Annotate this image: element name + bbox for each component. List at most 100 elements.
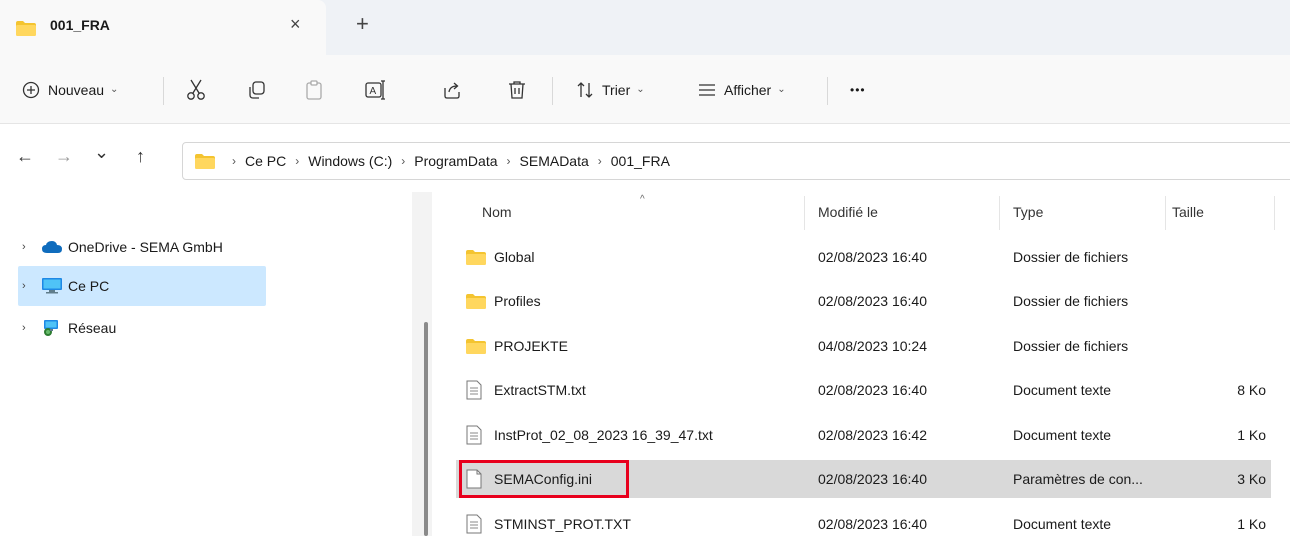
up-arrow-icon[interactable]: ↑ xyxy=(136,146,145,166)
column-header-name[interactable]: Nom xyxy=(482,204,512,220)
file-type: Document texte xyxy=(1013,427,1112,443)
more-options-button[interactable]: ••• xyxy=(850,55,866,124)
expand-chevron-icon[interactable]: › xyxy=(22,322,42,334)
new-label: Nouveau xyxy=(48,81,105,98)
address-row: ← → ⌄ ↑ › Ce PC › Windows (C:) › Program… xyxy=(0,124,1290,192)
file-type: Dossier de fichiers xyxy=(1013,293,1129,309)
sidebar-item-label: OneDrive - SEMA GmbH xyxy=(68,239,223,255)
file-name: Profiles xyxy=(494,293,541,309)
expand-chevron-icon[interactable]: › xyxy=(22,241,42,253)
file-row-stminst-prot[interactable]: STMINST_PROT.TXT 02/08/2023 16:40 Docume… xyxy=(456,505,1271,536)
file-name: STMINST_PROT.TXT xyxy=(494,516,631,532)
file-row-instprot[interactable]: InstProt_02_08_2023 16_39_47.txt 02/08/2… xyxy=(456,416,1271,454)
file-row-global[interactable]: Global 02/08/2023 16:40 Dossier de fichi… xyxy=(456,238,1271,276)
file-modified: 02/08/2023 16:40 xyxy=(818,516,927,532)
breadcrumb-001-fra[interactable]: 001_FRA xyxy=(611,153,670,169)
file-size: 3 Ko xyxy=(1237,471,1266,487)
view-button[interactable]: Afficher ⌄ xyxy=(698,55,786,124)
file-name: InstProt_02_08_2023 16_39_47.txt xyxy=(494,427,713,443)
file-row-extractstm[interactable]: ExtractSTM.txt 02/08/2023 16:40 Document… xyxy=(456,371,1271,409)
cloud-icon xyxy=(42,240,64,254)
chevron-down-icon: ⌄ xyxy=(110,84,119,95)
column-divider[interactable] xyxy=(999,196,1000,230)
forward-arrow-icon[interactable]: → xyxy=(55,146,73,166)
column-divider[interactable] xyxy=(1165,196,1166,230)
sort-button[interactable]: Trier ⌄ xyxy=(576,55,645,124)
text-document-icon xyxy=(466,425,488,445)
breadcrumb-ce-pc[interactable]: Ce PC xyxy=(245,153,286,169)
back-arrow-icon[interactable]: ← xyxy=(16,146,34,166)
file-size: 8 Ko xyxy=(1237,382,1266,398)
folder-icon xyxy=(466,249,488,265)
view-label: Afficher xyxy=(724,81,772,98)
folder-icon xyxy=(466,338,488,354)
tab-001-fra[interactable]: 001_FRA × xyxy=(0,0,326,55)
file-modified: 02/08/2023 16:40 xyxy=(818,382,927,398)
share-icon xyxy=(442,80,462,100)
breadcrumb-windows-c[interactable]: Windows (C:) xyxy=(308,153,392,169)
toolbar-divider xyxy=(552,77,553,105)
breadcrumb-separator[interactable]: › xyxy=(401,154,405,168)
tab-title: 001_FRA xyxy=(50,17,110,33)
sidebar-item-reseau[interactable]: › Réseau xyxy=(18,308,266,348)
breadcrumb-separator[interactable]: › xyxy=(507,154,511,168)
expand-chevron-icon[interactable]: › xyxy=(22,280,42,292)
pane-splitter[interactable] xyxy=(412,192,432,536)
file-row-projekte[interactable]: PROJEKTE 04/08/2023 10:24 Dossier de fic… xyxy=(456,327,1271,365)
close-tab-icon[interactable]: × xyxy=(290,14,301,34)
svg-text:A: A xyxy=(370,86,377,97)
list-view-icon xyxy=(698,83,716,97)
address-bar[interactable]: › Ce PC › Windows (C:) › ProgramData › S… xyxy=(182,142,1290,180)
breadcrumb-semadata[interactable]: SEMAData xyxy=(520,153,589,169)
sort-label: Trier xyxy=(602,81,631,98)
sort-ascending-icon: ^ xyxy=(640,194,645,205)
file-type: Dossier de fichiers xyxy=(1013,249,1129,265)
file-name-cell: Profiles xyxy=(466,282,786,320)
file-size: 1 Ko xyxy=(1237,516,1266,532)
file-row-semaconfig[interactable]: SEMAConfig.ini 02/08/2023 16:40 Paramètr… xyxy=(456,460,1271,498)
sidebar-item-ce-pc[interactable]: › Ce PC xyxy=(18,266,266,306)
file-list: ^ Nom Modifié le Type Taille Global 02/0… xyxy=(432,192,1290,536)
file-name: Global xyxy=(494,249,535,265)
chevron-down-icon: ⌄ xyxy=(777,84,786,95)
toolbar-divider xyxy=(827,77,828,105)
share-button[interactable] xyxy=(442,55,462,124)
file-modified: 02/08/2023 16:40 xyxy=(818,293,927,309)
file-name-cell: SEMAConfig.ini xyxy=(466,460,786,498)
column-header-modified[interactable]: Modifié le xyxy=(818,204,878,220)
column-header-type[interactable]: Type xyxy=(1013,204,1043,220)
column-divider[interactable] xyxy=(804,196,805,230)
delete-button[interactable] xyxy=(508,55,526,124)
breadcrumb-programdata[interactable]: ProgramData xyxy=(414,153,497,169)
command-bar: Nouveau ⌄ A Trier ⌄ Afficher ⌄ ••• xyxy=(0,55,1290,124)
text-document-icon xyxy=(466,514,488,534)
sidebar-item-label: Réseau xyxy=(68,320,117,336)
rename-button[interactable]: A xyxy=(365,55,387,124)
file-modified: 02/08/2023 16:40 xyxy=(818,249,927,265)
copy-button[interactable] xyxy=(247,55,267,124)
new-tab-icon[interactable]: + xyxy=(356,12,369,36)
sidebar-item-onedrive[interactable]: › OneDrive - SEMA GmbH xyxy=(18,227,266,267)
breadcrumb-separator[interactable]: › xyxy=(598,154,602,168)
recent-locations-icon[interactable]: ⌄ xyxy=(94,142,109,162)
file-row-profiles[interactable]: Profiles 02/08/2023 16:40 Dossier de fic… xyxy=(456,282,1271,320)
column-header-size[interactable]: Taille xyxy=(1172,204,1204,220)
file-modified: 02/08/2023 16:42 xyxy=(818,427,927,443)
column-divider[interactable] xyxy=(1274,196,1275,230)
network-icon xyxy=(42,320,64,336)
plus-circle-icon xyxy=(22,81,40,99)
copy-icon xyxy=(247,80,267,100)
scrollbar-thumb[interactable] xyxy=(424,322,428,536)
new-button[interactable]: Nouveau ⌄ xyxy=(22,55,118,124)
breadcrumb-separator[interactable]: › xyxy=(295,154,299,168)
navigation-pane: › OneDrive - SEMA GmbH › Ce PC › Réseau xyxy=(0,192,412,536)
chevron-down-icon: ⌄ xyxy=(636,84,645,95)
cut-button[interactable] xyxy=(186,55,206,124)
paste-button[interactable] xyxy=(305,55,323,124)
file-type: Document texte xyxy=(1013,382,1112,398)
file-modified: 02/08/2023 16:40 xyxy=(818,471,927,487)
clipboard-icon xyxy=(305,79,323,100)
tab-bar: 001_FRA × + xyxy=(0,0,1290,55)
toolbar-divider xyxy=(163,77,164,105)
breadcrumb-separator[interactable]: › xyxy=(232,154,236,168)
